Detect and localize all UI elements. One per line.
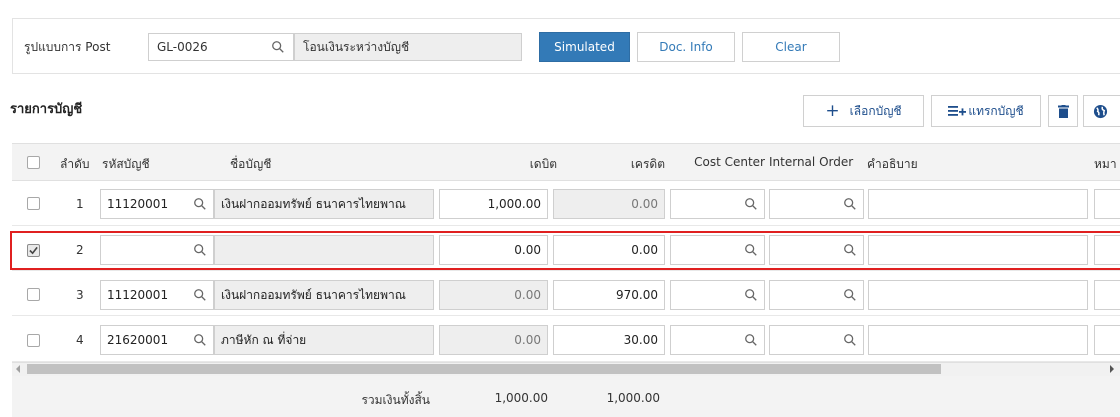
internal-order-field[interactable] [769,325,864,355]
account-name-field: ภาษีหัก ณ ที่จ่าย [214,325,434,355]
total-label: รวมเงินทั้งสิ้น [361,393,430,407]
trash-icon [1057,104,1069,118]
row-checkbox[interactable] [27,288,40,301]
select-all-checkbox[interactable] [27,156,40,169]
search-icon[interactable] [193,197,207,211]
account-code-value: 21620001 [107,333,169,347]
account-name-field: เงินฝากออมทรัพย์ ธนาคารไทยพาณ [214,189,434,219]
account-code-value: 11120001 [107,197,169,211]
cost-center-field[interactable] [670,189,765,219]
col-header-cost-center: Cost Center [694,155,765,169]
delete-button[interactable] [1048,95,1078,127]
account-code-field[interactable]: 11120001 [100,189,214,219]
internal-order-field[interactable] [769,280,864,310]
account-code-value: 11120001 [107,288,169,302]
credit-field[interactable]: 970.00 [553,280,665,310]
internal-order-field[interactable] [769,189,864,219]
clear-button[interactable]: Clear [742,32,840,62]
col-header-note: หมา [1094,157,1117,171]
post-code-field[interactable]: GL-0026 [148,33,294,61]
col-header-code: รหัสบัญชี [102,157,150,171]
scrollbar-thumb[interactable] [27,364,941,374]
description-field[interactable] [868,325,1088,355]
search-icon[interactable] [744,288,758,302]
account-code-field[interactable]: 11120001 [100,280,214,310]
cost-center-field[interactable] [670,325,765,355]
doc-info-button[interactable]: Doc. Info [637,32,735,62]
scroll-left-icon[interactable] [16,365,20,373]
debit-field[interactable]: 0.00 [439,325,548,355]
note-field[interactable] [1094,280,1120,310]
search-icon[interactable] [271,40,285,54]
debit-field[interactable]: 1,000.00 [439,189,548,219]
section-title: รายการบัญชี [10,102,83,117]
scroll-right-icon[interactable] [1110,365,1114,373]
total-credit: 1,000.00 [606,391,660,405]
row-seq: 3 [76,288,84,302]
credit-field[interactable]: 30.00 [553,325,665,355]
total-debit: 1,000.00 [494,391,548,405]
insert-rows-icon [948,106,967,116]
search-icon[interactable] [843,333,857,347]
cost-center-field[interactable] [670,280,765,310]
row-seq: 4 [76,333,84,347]
post-pattern-label: รูปแบบการ Post [24,40,111,54]
description-field[interactable] [868,189,1088,219]
insert-account-button[interactable]: แทรกบัญชี [931,95,1041,127]
credit-field[interactable]: 0.00 [553,189,665,219]
account-code-field[interactable]: 21620001 [100,325,214,355]
row-checkbox[interactable] [27,334,40,347]
account-name-field: เงินฝากออมทรัพย์ ธนาคารไทยพาณ [214,280,434,310]
note-field[interactable] [1094,325,1120,355]
globe-icon [1093,104,1108,118]
search-icon[interactable] [843,197,857,211]
row-seq: 1 [76,197,84,211]
plus-icon: + [825,101,840,121]
description-field[interactable] [868,280,1088,310]
note-field[interactable] [1094,189,1120,219]
selected-row-highlight [10,231,1120,270]
col-header-name: ชื่อบัญชี [230,157,272,171]
post-code-value: GL-0026 [157,40,208,54]
col-header-debit: เดบิต [529,157,557,171]
search-icon[interactable] [843,288,857,302]
debit-field[interactable]: 0.00 [439,280,548,310]
col-header-internal-order: Internal Order [769,155,854,169]
insert-account-label: แทรกบัญชี [968,103,1024,118]
col-header-credit: เครดิต [630,157,665,171]
search-icon[interactable] [193,288,207,302]
select-account-button[interactable]: + เลือกบัญชี [803,95,924,127]
row-checkbox[interactable] [27,197,40,210]
search-icon[interactable] [744,197,758,211]
col-header-description: คำอธิบาย [867,157,918,171]
post-description-field: โอนเงินระหว่างบัญชี [294,33,522,61]
col-header-seq: ลำดับ [60,157,90,171]
search-icon[interactable] [193,333,207,347]
globe-button[interactable] [1083,95,1120,127]
select-account-label: เลือกบัญชี [849,103,902,118]
search-icon[interactable] [744,333,758,347]
simulated-button[interactable]: Simulated [539,32,630,62]
